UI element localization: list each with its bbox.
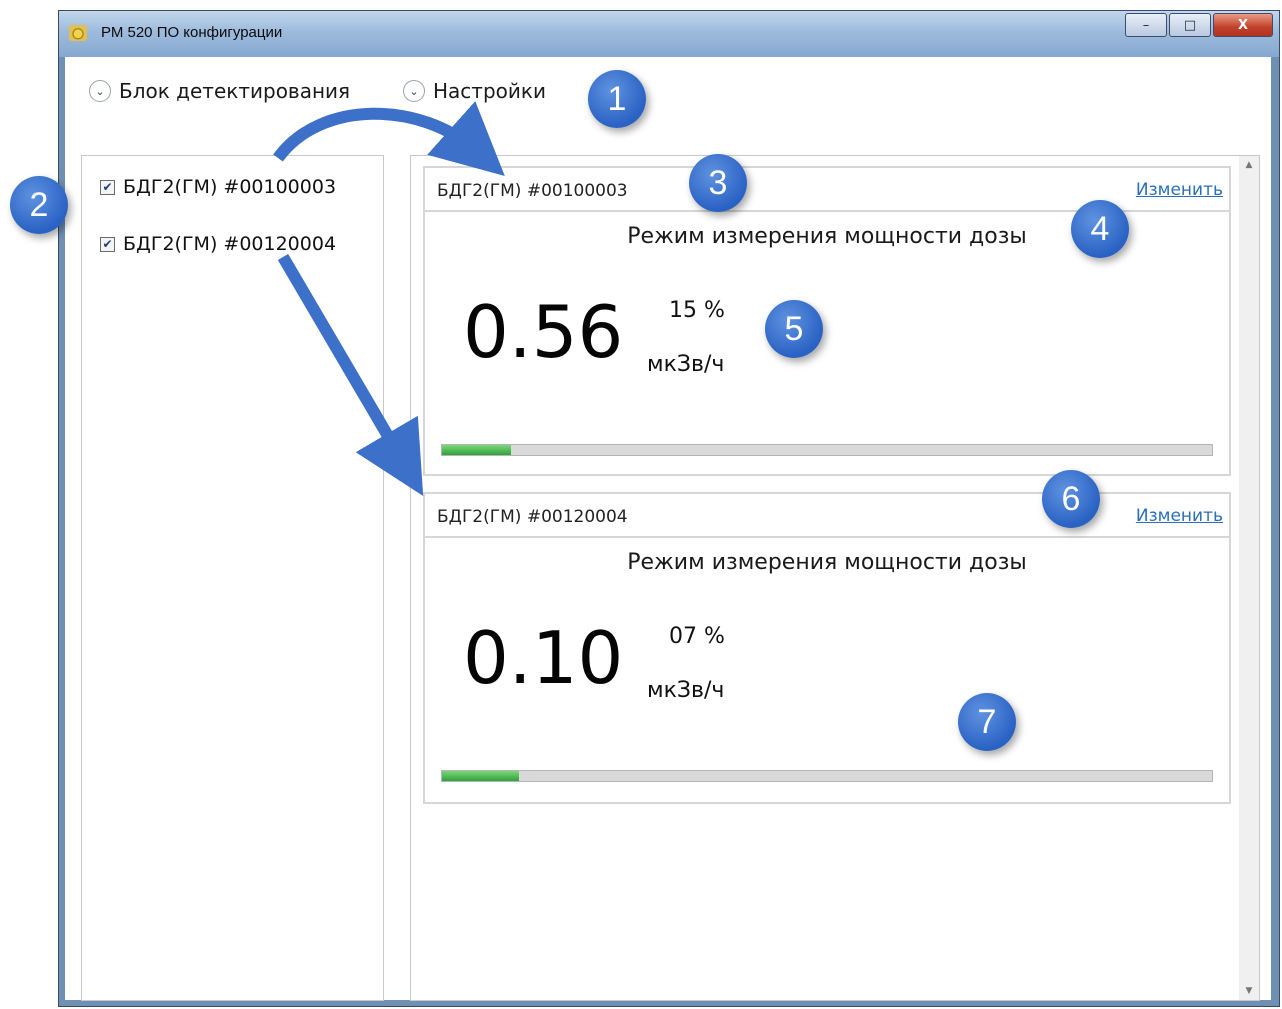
arrow-to-card-1	[273, 101, 505, 177]
arrow-to-card-2	[277, 253, 424, 497]
annotation-marker-4: 4	[1071, 200, 1129, 258]
annotation-marker-2: 2	[10, 176, 68, 234]
annotation-marker-5: 5	[765, 300, 823, 358]
annotation-marker-1: 1	[588, 70, 646, 128]
annotation-marker-7: 7	[958, 693, 1016, 751]
annotation-marker-3: 3	[689, 154, 747, 212]
annotation-marker-6: 6	[1042, 470, 1100, 528]
